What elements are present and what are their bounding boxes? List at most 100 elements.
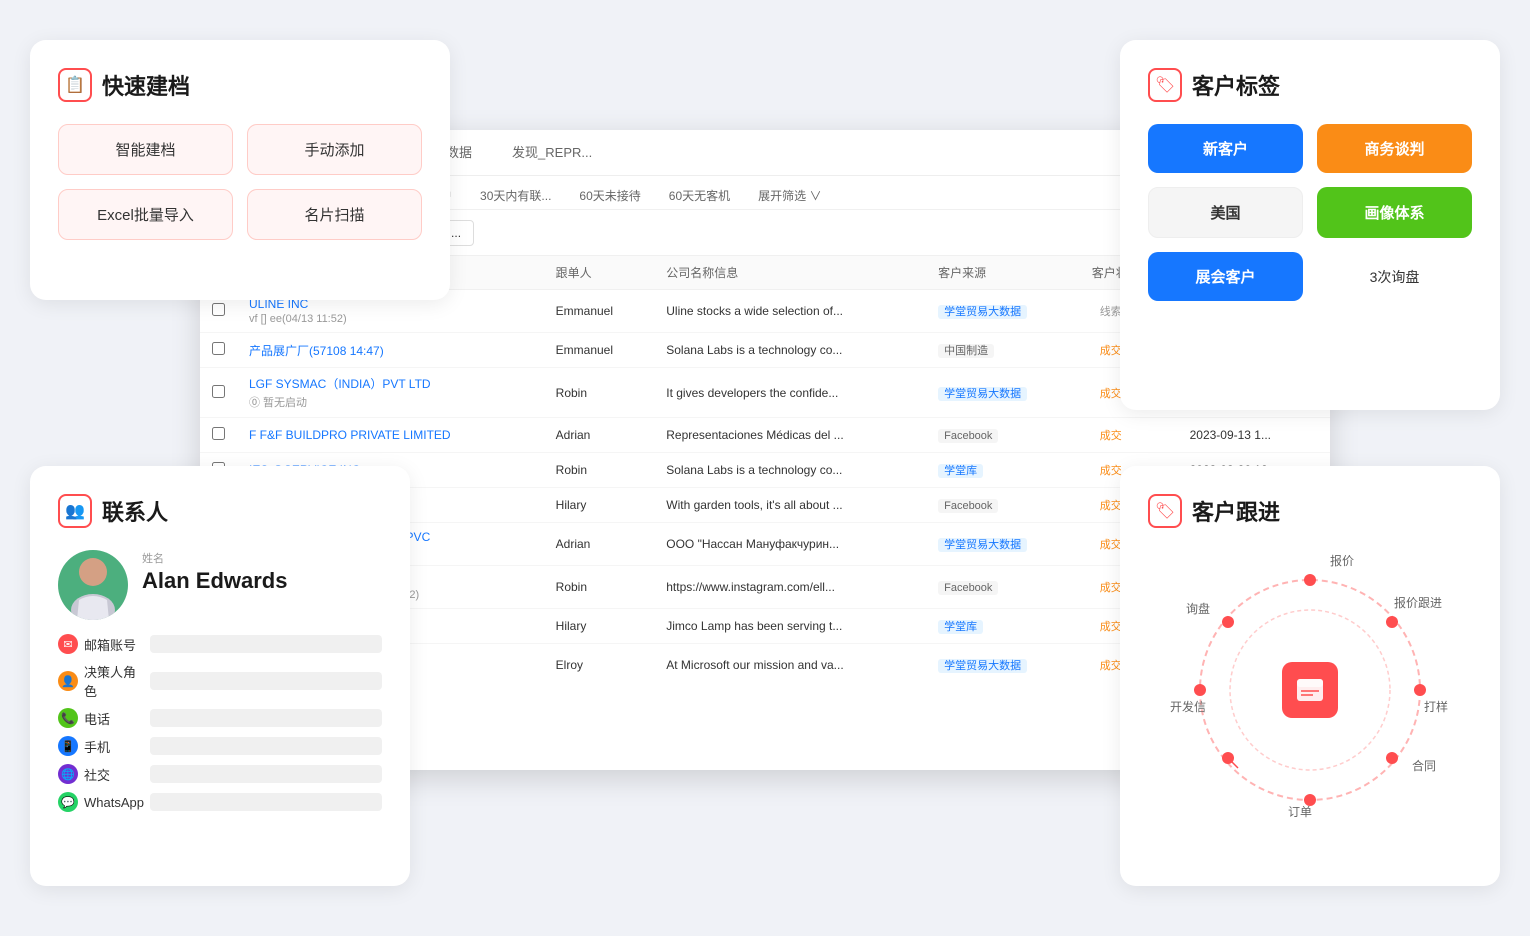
contact-field-mobile: 📱 手机 (58, 736, 382, 756)
role-value (150, 672, 382, 690)
tag-usa[interactable]: 美国 (1148, 187, 1303, 238)
mobile-label: 手机 (84, 737, 144, 756)
subtab-60days-no-contact[interactable]: 60天未接待 (567, 182, 652, 209)
row-owner: Hilary (544, 488, 655, 523)
tags-grid: 新客户 商务谈判 美国 画像体系 展会客户 3次询盘 (1148, 124, 1472, 301)
row-desc: It gives developers the confide... (654, 368, 926, 418)
contact-field-email: ✉ 邮箱账号 (58, 634, 382, 654)
label-kaifaxin: 开发信 (1170, 698, 1206, 715)
card-scan-button[interactable]: 名片扫描 (247, 189, 422, 240)
row-status: 成交 (1080, 418, 1178, 453)
row-owner: Emmanuel (544, 290, 655, 333)
row-owner: Robin (544, 368, 655, 418)
row-desc: Representaciones Médicas del ... (654, 418, 926, 453)
subtab-expand-filter[interactable]: 展开筛选 ∨ (746, 182, 833, 209)
email-label: 邮箱账号 (84, 635, 144, 654)
contact-field-phone: 📞 电话 (58, 708, 382, 728)
contact-fields-list: ✉ 邮箱账号 👤 决策人角色 📞 电话 📱 手机 🌐 社交 (58, 634, 382, 812)
contact-field-role: 👤 决策人角色 (58, 662, 382, 700)
quick-archive-header: 📋 快速建档 (58, 68, 422, 102)
contact-full-name: Alan Edwards (142, 568, 287, 594)
row-source: 学堂贸易大数据 (926, 290, 1080, 333)
customer-tags-card: 🏷 客户标签 新客户 商务谈判 美国 画像体系 展会客户 3次询盘 (1120, 40, 1500, 410)
contact-header: 👥 联系人 (58, 494, 382, 528)
tag-business-negotiation[interactable]: 商务谈判 (1317, 124, 1472, 173)
tag-portrait-system[interactable]: 画像体系 (1317, 187, 1472, 238)
label-hetong: 合同 (1412, 757, 1436, 774)
social-icon: 🌐 (58, 764, 78, 784)
row-desc: Uline stocks a wide selection of... (654, 290, 926, 333)
email-icon: ✉ (58, 634, 78, 654)
manual-add-button[interactable]: 手动添加 (247, 124, 422, 175)
phone-label: 电话 (84, 709, 144, 728)
row-date: 2023-09-13 1... (1178, 418, 1330, 453)
phone-value (150, 709, 382, 727)
row-source: Facebook (926, 488, 1080, 523)
followup-icon: 🏷 (1148, 494, 1182, 528)
row-desc: At Microsoft our mission and va... (654, 644, 926, 677)
row-owner: Hilary (544, 609, 655, 644)
row-desc: Jimco Lamp has been serving t... (654, 609, 926, 644)
row-company: 产品展广厂(57108 14:47) (237, 333, 544, 368)
followup-card: 🏷 客户跟进 (1120, 466, 1500, 886)
tag-inquiry-count[interactable]: 3次询盘 (1317, 252, 1472, 301)
row-source: 学堂贸易大数据 (926, 368, 1080, 418)
label-dingdan: 订单 (1288, 803, 1312, 820)
header-owner: 跟单人 (544, 256, 655, 290)
contact-avatar (58, 550, 128, 620)
contact-name-label: 姓名 (142, 550, 287, 566)
row-owner: Emmanuel (544, 333, 655, 368)
mobile-value (150, 737, 382, 755)
subtab-30days[interactable]: 30天内有联... (468, 182, 563, 209)
customer-tags-header: 🏷 客户标签 (1148, 68, 1472, 102)
row-source: 学堂库 (926, 453, 1080, 488)
whatsapp-label: WhatsApp (84, 795, 144, 810)
row-source: 学堂库 (926, 609, 1080, 644)
row-source: 学堂贸易大数据 (926, 523, 1080, 566)
phone-icon: 📞 (58, 708, 78, 728)
row-desc: ООО "Нассан Мануфакчурин... (654, 523, 926, 566)
customer-tags-title: 客户标签 (1192, 69, 1280, 101)
row-source: Facebook (926, 566, 1080, 609)
row-source: Facebook (926, 418, 1080, 453)
contact-card: 👥 联系人 姓名 Alan Edwards ✉ 邮箱账号 (30, 466, 410, 886)
whatsapp-value (150, 793, 382, 811)
subtab-60days-no-visit[interactable]: 60天无客机 (657, 182, 742, 209)
row-checkbox[interactable] (200, 368, 237, 418)
label-dayang: 打样 (1424, 698, 1448, 715)
label-baojia: 报价 (1330, 552, 1354, 569)
tab-discover[interactable]: 发现_REPR... (492, 130, 612, 175)
label-baojia-genjin: 报价跟进 (1394, 594, 1442, 611)
email-value (150, 635, 382, 653)
contact-avatar-section: 姓名 Alan Edwards (58, 550, 382, 624)
excel-import-button[interactable]: Excel批量导入 (58, 189, 233, 240)
contact-icon: 👥 (58, 494, 92, 528)
quick-archive-card: 📋 快速建档 智能建档 手动添加 Excel批量导入 名片扫描 (30, 40, 450, 300)
whatsapp-icon: 💬 (58, 792, 78, 812)
followup-cycle-diagram: 报价 报价跟进 打样 合同 订单 开发信 询盘 (1170, 550, 1450, 830)
contact-title: 联系人 (102, 495, 168, 527)
row-desc: Solana Labs is a technology co... (654, 453, 926, 488)
mobile-icon: 📱 (58, 736, 78, 756)
archive-buttons-grid: 智能建档 手动添加 Excel批量导入 名片扫描 (58, 124, 422, 240)
social-value (150, 765, 382, 783)
role-icon: 👤 (58, 671, 78, 691)
social-label: 社交 (84, 765, 144, 784)
header-source: 客户来源 (926, 256, 1080, 290)
label-xunpan: 询盘 (1186, 600, 1210, 617)
row-desc: https://www.instagram.com/ell... (654, 566, 926, 609)
row-desc: With garden tools, it's all about ... (654, 488, 926, 523)
tag-new-customer[interactable]: 新客户 (1148, 124, 1303, 173)
row-source: 学堂贸易大数据 (926, 644, 1080, 677)
row-checkbox[interactable] (200, 418, 237, 453)
tag-exhibition-customer[interactable]: 展会客户 (1148, 252, 1303, 301)
row-owner: Adrian (544, 523, 655, 566)
role-label: 决策人角色 (84, 662, 144, 700)
contact-name-section: 姓名 Alan Edwards (142, 550, 287, 608)
table-row[interactable]: F F&F BUILDPRO PRIVATE LIMITED Adrian Re… (200, 418, 1330, 453)
quick-archive-icon: 📋 (58, 68, 92, 102)
row-owner: Robin (544, 453, 655, 488)
row-checkbox[interactable] (200, 333, 237, 368)
row-owner: Elroy (544, 644, 655, 677)
smart-archive-button[interactable]: 智能建档 (58, 124, 233, 175)
